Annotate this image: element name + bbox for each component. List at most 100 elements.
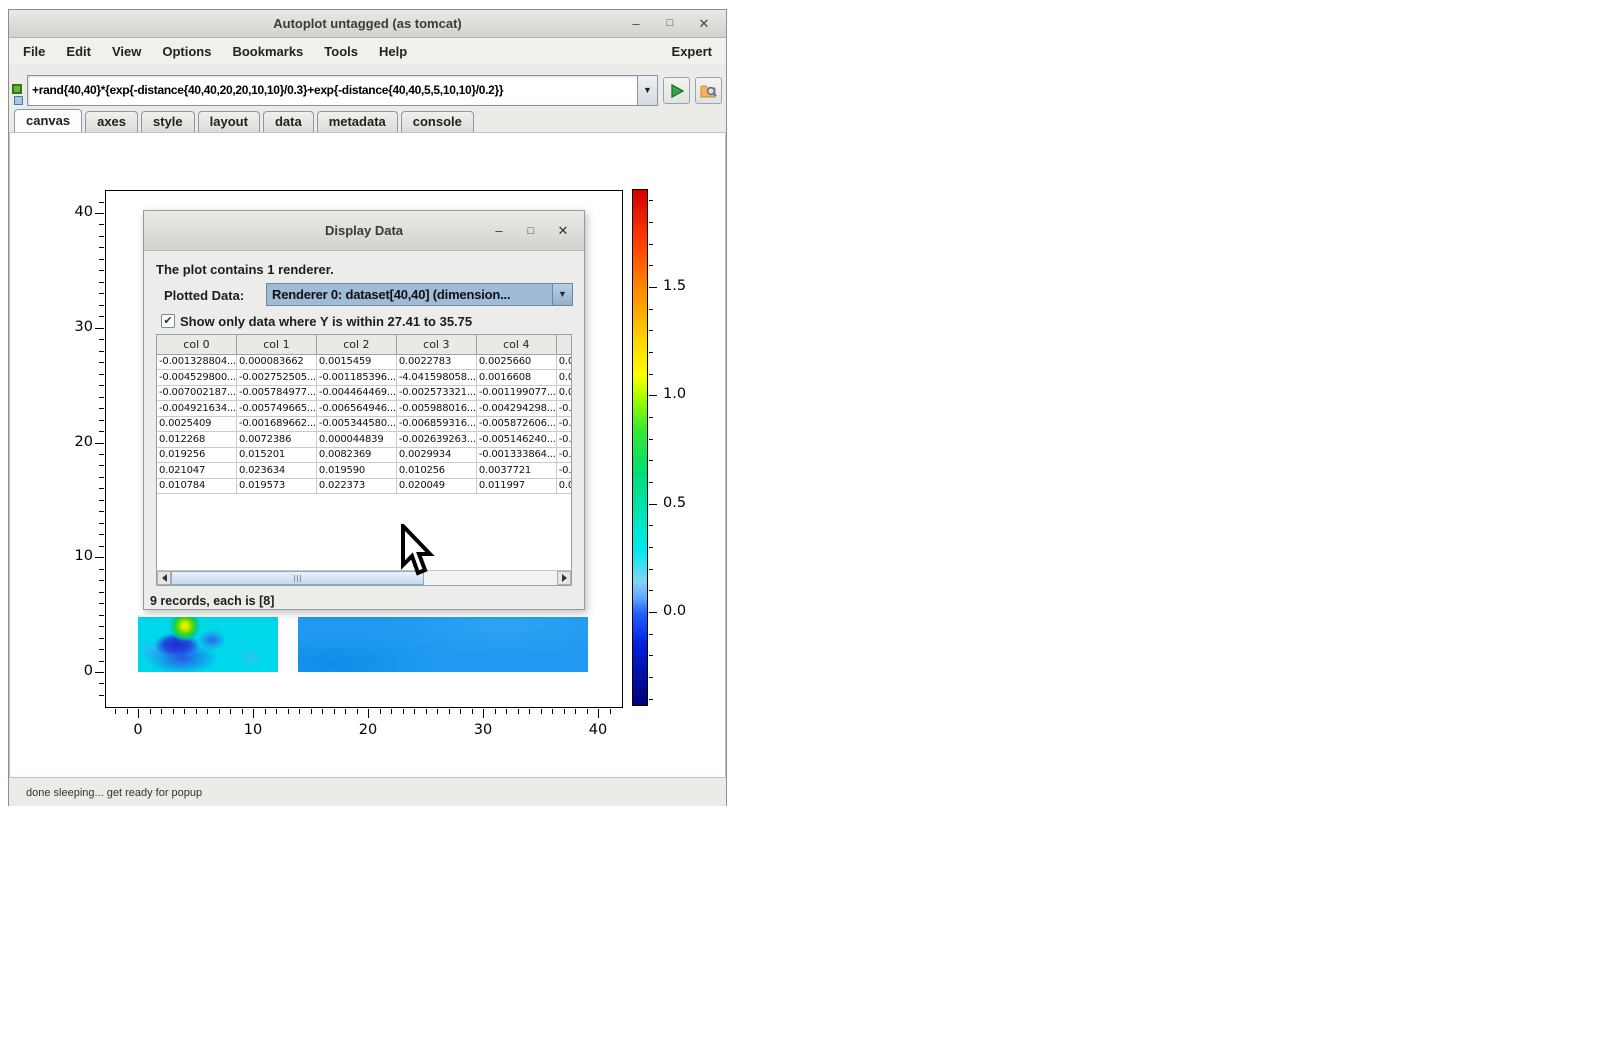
table-cell: 0.0016608	[476, 370, 556, 386]
table-row[interactable]: -0.007002187...-0.005784977...-0.0044644…	[157, 385, 572, 401]
menu-tools[interactable]: Tools	[324, 44, 358, 59]
tick-mark	[495, 709, 496, 714]
table-cell: 0.021047	[157, 463, 236, 479]
y-filter-checkbox[interactable]: ✔	[161, 314, 175, 328]
table-cell: 0.0022783	[396, 354, 476, 370]
combobox-arrow-icon[interactable]: ▼	[552, 284, 572, 305]
table-row[interactable]: -0.004921634...-0.005749665...-0.0065649…	[157, 401, 572, 417]
menu-options[interactable]: Options	[162, 44, 211, 59]
tick-mark	[518, 709, 519, 714]
dialog-titlebar[interactable]: Display Data – □ ✕	[144, 211, 584, 251]
table-cell: -0.0	[556, 432, 572, 448]
table-row[interactable]: 0.0107840.0195730.0223730.0200490.011997…	[157, 478, 572, 494]
inspect-uri-button[interactable]	[695, 77, 722, 104]
close-icon[interactable]: ✕	[694, 10, 714, 37]
table-cell: 0.000083662	[236, 354, 316, 370]
table-row[interactable]: -0.001328804...0.0000836620.00154590.002…	[157, 354, 572, 370]
tick-mark	[368, 709, 369, 718]
tick-mark	[95, 443, 104, 444]
table-row[interactable]: 0.0192560.0152010.00823690.0029934-0.001…	[157, 447, 572, 463]
colorbar-label: 0.5	[663, 495, 697, 511]
display-data-dialog: Display Data – □ ✕ The plot contains 1 r…	[143, 210, 585, 610]
table-cell: -0.0	[556, 401, 572, 417]
scroll-right-icon[interactable]	[557, 571, 571, 585]
tick-mark	[649, 200, 653, 201]
table-row[interactable]: 0.0210470.0236340.0195900.0102560.003772…	[157, 463, 572, 479]
table-cell: -0.005784977...	[236, 385, 316, 401]
tab-layout[interactable]: layout	[198, 111, 260, 132]
tick-mark	[99, 523, 104, 524]
menu-bar: File Edit View Options Bookmarks Tools Help Ex…	[9, 38, 726, 64]
column-header: col 2	[316, 335, 396, 354]
table-row[interactable]: -0.004529800...-0.002752505...-0.0011853…	[157, 370, 572, 386]
tick-mark	[253, 709, 254, 718]
status-bar: done sleeping... get ready for popup	[9, 778, 726, 806]
colorbar	[632, 189, 648, 706]
dialog-maximize-icon[interactable]: □	[522, 218, 540, 244]
menu-view[interactable]: View	[112, 44, 141, 59]
tab-data[interactable]: data	[263, 111, 314, 132]
x-axis-label: 10	[233, 722, 273, 738]
tab-metadata[interactable]: metadata	[317, 111, 398, 132]
menu-edit[interactable]: Edit	[66, 44, 91, 59]
table-cell: 0.012268	[157, 432, 236, 448]
tick-mark	[99, 408, 104, 409]
tick-mark	[99, 247, 104, 248]
maximize-icon[interactable]: □	[660, 10, 680, 37]
scroll-left-icon[interactable]	[157, 571, 171, 585]
tick-mark	[99, 649, 104, 650]
tick-mark	[380, 709, 381, 714]
data-table-container[interactable]: col 0col 1col 2col 3col 4 -0.001328804..…	[156, 334, 572, 586]
tick-mark	[575, 709, 576, 714]
data-table: col 0col 1col 2col 3col 4 -0.001328804..…	[157, 335, 572, 494]
tick-mark	[649, 265, 653, 266]
tab-axes[interactable]: axes	[85, 111, 138, 132]
tick-mark	[552, 709, 553, 714]
x-axis-label: 40	[578, 722, 618, 738]
table-row[interactable]: 0.0122680.00723860.000044839-0.002639263…	[157, 432, 572, 448]
table-cell: -0.006564946...	[316, 401, 396, 417]
folder-magnifier-icon	[700, 83, 718, 99]
tick-mark	[115, 709, 116, 714]
tick-mark	[99, 282, 104, 283]
table-cell: -0.005344580...	[316, 416, 396, 432]
tick-mark	[99, 569, 104, 570]
tick-mark	[649, 395, 657, 396]
tick-mark	[345, 709, 346, 714]
tab-canvas[interactable]: canvas	[14, 109, 82, 132]
uri-input[interactable]: +rand{40,40}*{exp{-distance{40,40,20,20,…	[27, 75, 638, 106]
plotted-data-combobox[interactable]: Renderer 0: dataset[40,40] (dimension...…	[266, 283, 573, 306]
expert-menu[interactable]: Expert	[672, 44, 712, 59]
table-row[interactable]: 0.0025409-0.001689662...-0.005344580...-…	[157, 416, 572, 432]
go-button[interactable]	[663, 77, 690, 104]
spectrogram-strip-left	[138, 617, 278, 672]
tab-console[interactable]: console	[401, 111, 474, 132]
tick-mark	[649, 244, 653, 245]
tab-style[interactable]: style	[141, 111, 195, 132]
tick-mark	[649, 525, 653, 526]
menu-file[interactable]: File	[23, 44, 45, 59]
tick-mark	[649, 439, 653, 440]
blue-square-icon	[14, 96, 23, 105]
menu-bookmarks[interactable]: Bookmarks	[232, 44, 303, 59]
tick-mark	[564, 709, 565, 714]
menu-items: File Edit View Options Bookmarks Tools Help	[23, 44, 428, 59]
dialog-close-icon[interactable]: ✕	[554, 218, 572, 244]
scrollbar-thumb[interactable]	[171, 571, 424, 585]
tick-mark	[99, 202, 104, 203]
tick-mark	[99, 397, 104, 398]
page: Autoplot untagged (as tomcat) – □ ✕ File…	[0, 0, 1600, 1050]
tick-mark	[426, 709, 427, 714]
minimize-icon[interactable]: –	[626, 10, 646, 37]
uri-dropdown-icon[interactable]: ▼	[638, 75, 658, 106]
dialog-minimize-icon[interactable]: –	[490, 218, 508, 244]
table-cell: 0.000044839	[316, 432, 396, 448]
tick-mark	[95, 557, 104, 558]
tick-mark	[99, 465, 104, 466]
table-cell: 0.00	[556, 478, 572, 494]
tick-mark	[161, 709, 162, 714]
menu-help[interactable]: Help	[379, 44, 407, 59]
horizontal-scrollbar[interactable]	[157, 570, 571, 585]
window-titlebar[interactable]: Autoplot untagged (as tomcat) – □ ✕	[9, 10, 726, 38]
tick-mark	[242, 709, 243, 714]
